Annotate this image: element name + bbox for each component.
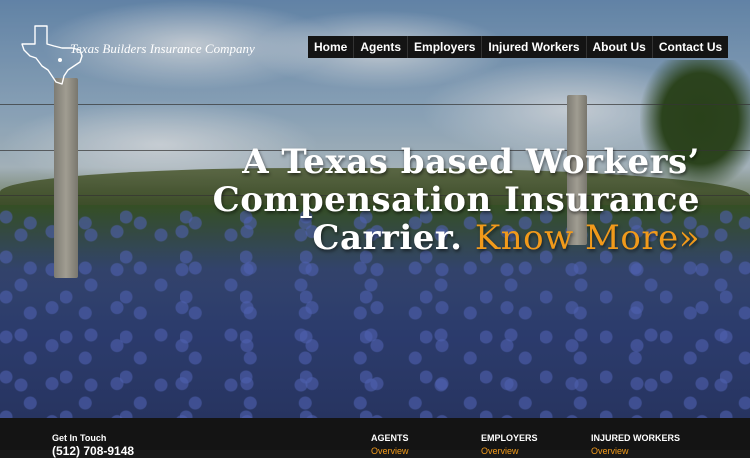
headline-line-1: A Texas based Workers’ [242,142,700,182]
footer: Get In Touch (512) 708-9148 AGENTS Overv… [0,418,750,458]
nav-about-us[interactable]: About Us [587,36,653,58]
footer-heading-agents: AGENTS [371,433,409,443]
phone-number[interactable]: (512) 708-9148 [52,444,134,458]
get-in-touch-label: Get In Touch [52,433,107,443]
footer-heading-employers: EMPLOYERS [481,433,538,443]
headline-carrier: Carrier. [312,218,463,258]
footer-link-agents-overview[interactable]: Overview [371,446,409,456]
footer-link-injured-workers-overview[interactable]: Overview [591,446,629,456]
nav-employers[interactable]: Employers [408,36,483,58]
company-logo[interactable]: Texas Builders Insurance Company [20,24,260,86]
nav-home[interactable]: Home [308,36,355,58]
main-nav: Home Agents Employers Injured Workers Ab… [308,36,729,58]
nav-injured-workers[interactable]: Injured Workers [482,36,587,58]
logo-text: Texas Builders Insurance Company [70,41,255,56]
hero-headline: A Texas based Workers’ Compensation Insu… [140,143,700,257]
nav-contact-us[interactable]: Contact Us [653,36,728,58]
headline-line-2: Compensation Insurance [212,180,700,220]
know-more-link[interactable]: Know More» [475,218,700,258]
headline-line-3: Carrier. Know More» [140,219,700,257]
footer-link-employers-overview[interactable]: Overview [481,446,519,456]
nav-agents[interactable]: Agents [354,36,409,58]
footer-heading-injured-workers: INJURED WORKERS [591,433,681,443]
